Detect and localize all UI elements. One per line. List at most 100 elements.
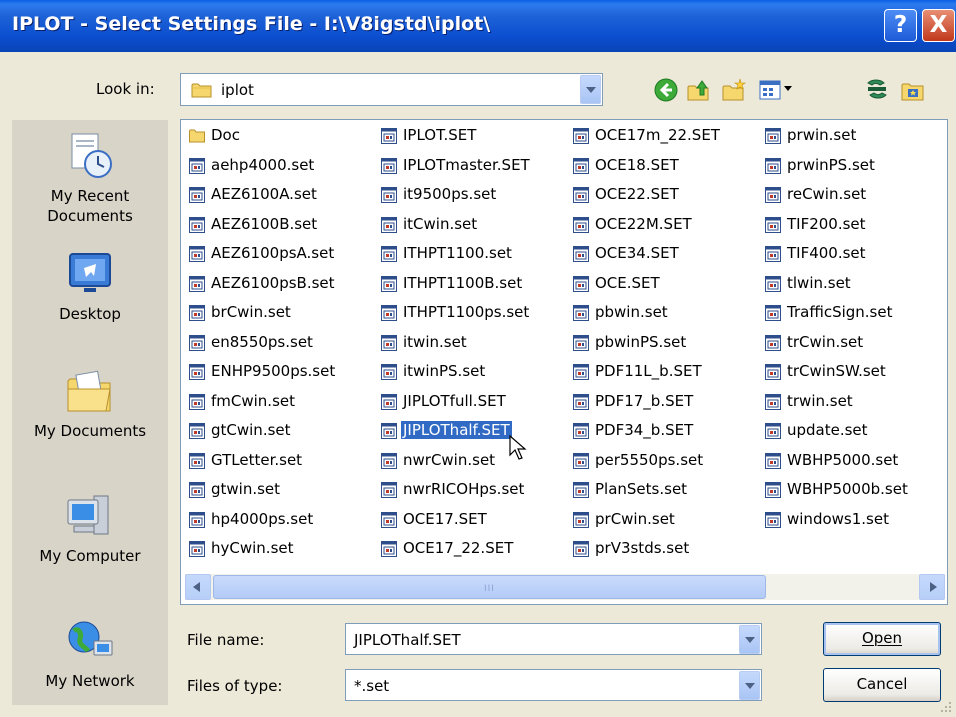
file-name: trCwinSW.set — [787, 362, 886, 380]
horizontal-scrollbar[interactable]: III — [185, 574, 945, 600]
settings-file-icon — [381, 511, 397, 528]
views-icon[interactable] — [757, 77, 783, 103]
file-name: ITHPT1100.set — [403, 244, 512, 262]
settings-file-icon — [189, 511, 205, 528]
file-type-select[interactable]: *.set — [345, 669, 762, 701]
tool-icon[interactable] — [864, 77, 890, 103]
settings-file-icon — [573, 275, 589, 292]
settings-file-icon — [765, 334, 781, 351]
title-bar[interactable]: IPLOT - Select Settings File - I:\V8igst… — [0, 0, 956, 52]
file-name-input[interactable]: JIPLOThalf.SET — [345, 623, 762, 655]
file-name: IPLOTmaster.SET — [403, 155, 530, 174]
resize-grip-icon[interactable] — [940, 701, 952, 713]
file-name: windows1.set — [787, 509, 889, 528]
settings-file-icon — [381, 305, 397, 321]
file-name: aehp4000.set — [211, 155, 315, 174]
file-name: prCwin.set — [595, 509, 675, 528]
settings-file-icon — [189, 157, 205, 174]
settings-file-icon — [573, 305, 589, 321]
file-name: TIF400.set — [787, 244, 866, 262]
file-name: itwin.set — [403, 332, 467, 351]
settings-file-icon — [573, 511, 589, 528]
close-button[interactable]: X — [922, 9, 955, 42]
scroll-right-button[interactable] — [919, 574, 945, 600]
file-name: ITHPT1100B.set — [403, 273, 523, 292]
views-dropdown-arrow[interactable] — [784, 86, 792, 91]
settings-file-icon — [189, 246, 205, 262]
file-name: PDF34_b.SET — [595, 421, 694, 439]
settings-file-icon — [189, 423, 205, 439]
place-label: My Network — [45, 672, 135, 690]
settings-file-icon — [381, 541, 397, 557]
file-name: TIF200.set — [787, 214, 866, 233]
file-name: hyCwin.set — [211, 539, 294, 557]
file-name: tlwin.set — [787, 273, 851, 292]
settings-file-icon — [765, 157, 781, 174]
place-label: My Recent — [50, 187, 130, 205]
file-name: OCE.SET — [595, 273, 660, 292]
settings-file-icon — [381, 393, 397, 410]
place-my-documents[interactable]: My Documents — [12, 365, 168, 441]
file-name: AEZ6100psA.set — [211, 244, 335, 262]
file-name: OCE17m_22.SET — [595, 126, 720, 144]
file-name-label: File name: — [187, 631, 265, 649]
file-name-value: JIPLOThalf.SET — [354, 631, 461, 649]
place-my-computer[interactable]: My Computer — [12, 490, 168, 566]
file-type-dropdown-arrow[interactable] — [739, 671, 760, 700]
close-icon: X — [929, 12, 948, 38]
file-type-value: *.set — [354, 677, 390, 695]
settings-file-icon — [381, 423, 397, 439]
settings-file-icon — [765, 246, 781, 262]
cancel-button[interactable]: Cancel — [823, 668, 941, 702]
settings-file-icon — [381, 364, 397, 380]
place-my-network[interactable]: My Network — [12, 615, 168, 691]
file-name: pbwin.set — [595, 303, 668, 321]
settings-file-icon — [573, 452, 589, 469]
settings-file-icon — [189, 393, 205, 410]
scrollbar-thumb[interactable]: III — [213, 575, 766, 599]
place-my-recent-documents[interactable]: My Recent Documents — [12, 130, 168, 226]
desktop-icon — [69, 253, 111, 292]
up-folder-icon[interactable] — [686, 77, 712, 103]
file-name: ENHP9500ps.set — [211, 362, 336, 380]
file-name: JIPLOTfull.SET — [403, 391, 506, 410]
look-in-dropdown[interactable]: iplot — [180, 73, 603, 106]
place-label: My Documents — [33, 422, 147, 440]
settings-file-icon — [573, 393, 589, 410]
settings-file-icon — [765, 305, 781, 321]
select-settings-dialog: IPLOT - Select Settings File - I:\V8igst… — [0, 0, 956, 717]
file-name: WBHP5000.set — [787, 450, 899, 469]
cancel-button-label: Cancel — [856, 675, 908, 693]
settings-file-icon — [381, 187, 397, 203]
file-name: update.set — [787, 421, 868, 439]
file-name: GTLetter.set — [211, 450, 303, 469]
settings-file-icon — [189, 364, 205, 380]
settings-file-icon — [573, 216, 589, 233]
settings-file-icon — [381, 334, 397, 351]
file-type-label: Files of type: — [187, 677, 283, 695]
place-label: Desktop — [59, 305, 121, 323]
place-label: Documents — [47, 207, 133, 225]
open-button[interactable]: Open — [823, 622, 941, 656]
settings-file-icon — [573, 128, 589, 144]
settings-file-icon — [765, 423, 781, 439]
file-name: AEZ6100psB.set — [211, 273, 335, 292]
scroll-left-button[interactable] — [185, 574, 211, 600]
settings-file-icon — [381, 157, 397, 174]
file-name: hp4000ps.set — [211, 509, 314, 528]
help-button[interactable]: ? — [884, 9, 917, 42]
desktop-folder-icon[interactable] — [900, 77, 926, 103]
place-desktop[interactable]: Desktop — [12, 248, 168, 324]
new-folder-icon[interactable] — [721, 77, 747, 103]
settings-file-icon — [765, 216, 781, 233]
my-computer-icon — [67, 495, 109, 535]
file-name: OCE22M.SET — [595, 214, 692, 233]
look-in-label: Look in: — [96, 80, 155, 98]
file-name: AEZ6100A.set — [211, 185, 317, 203]
file-list[interactable]: Doc aehp4000.set AEZ6100A.set AEZ6100B.set A… — [180, 119, 948, 605]
mouse-cursor-icon — [509, 435, 527, 460]
back-icon[interactable] — [653, 77, 679, 103]
file-name-dropdown-arrow[interactable] — [739, 625, 760, 654]
places-bar: My Recent Documents Desktop My Documents — [12, 120, 168, 705]
look-in-dropdown-arrow[interactable] — [580, 75, 601, 104]
